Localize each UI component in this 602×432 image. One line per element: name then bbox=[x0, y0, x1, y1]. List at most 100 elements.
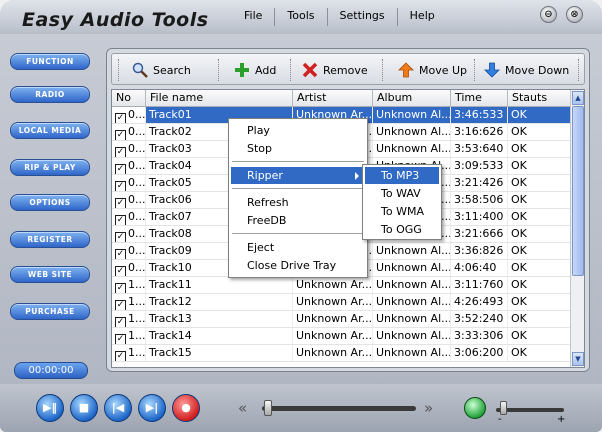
sidebar-item-local-media[interactable]: LOCAL MEDIA bbox=[10, 122, 90, 139]
column-header-album[interactable]: Album bbox=[373, 90, 451, 106]
row-checkbox[interactable]: ✓ bbox=[115, 266, 126, 276]
column-header-status[interactable]: Stauts bbox=[508, 90, 572, 106]
toolbar-separator bbox=[474, 59, 476, 81]
previous-button[interactable]: |◀ bbox=[104, 394, 132, 422]
row-checkbox[interactable]: ✓ bbox=[115, 164, 126, 174]
menu-item-close-drive-tray[interactable]: Close Drive Tray bbox=[231, 257, 365, 274]
row-checkbox[interactable]: ✓ bbox=[115, 300, 126, 310]
status-cell: OK bbox=[508, 107, 572, 123]
remove-x-icon bbox=[302, 62, 318, 78]
table-row[interactable]: ✓ 1... Track14 Unknown Ar... Unknown Al... 3:… bbox=[112, 328, 572, 345]
column-header-time[interactable]: Time bbox=[451, 90, 508, 106]
menu-item-freedb[interactable]: FreeDB bbox=[231, 212, 365, 229]
toolbar-separator bbox=[382, 59, 384, 81]
rewind-icon[interactable]: « bbox=[238, 399, 247, 417]
time-display: 00:00:00 bbox=[14, 362, 88, 379]
sidebar-item-radio[interactable]: RADIO bbox=[10, 86, 90, 103]
add-button[interactable]: Add bbox=[234, 60, 276, 80]
menu-item-eject[interactable]: Eject bbox=[231, 239, 365, 256]
row-checkbox[interactable]: ✓ bbox=[115, 130, 126, 140]
row-checkbox[interactable]: ✓ bbox=[115, 334, 126, 344]
sidebar-item-options[interactable]: OPTIONS bbox=[10, 194, 90, 211]
close-button[interactable]: ⊗ bbox=[566, 6, 583, 23]
artist-cell: Unknown Ar... bbox=[293, 294, 373, 310]
status-cell: OK bbox=[508, 141, 572, 157]
volume-icon[interactable] bbox=[464, 397, 486, 419]
column-header-artist[interactable]: Artist bbox=[293, 90, 373, 106]
row-checkbox[interactable]: ✓ bbox=[115, 232, 126, 242]
sidebar-item-rip-play[interactable]: RIP & PLAY bbox=[10, 159, 90, 176]
row-checkbox[interactable]: ✓ bbox=[115, 198, 126, 208]
file-name-cell: Track12 bbox=[146, 294, 293, 310]
table-row[interactable]: ✓ 1... Track15 Unknown Ar... Unknown Al... 3:… bbox=[112, 345, 572, 362]
submenu-item-to-ogg[interactable]: To OGG bbox=[365, 221, 439, 238]
status-cell: OK bbox=[508, 277, 572, 293]
scrollbar-thumb[interactable] bbox=[572, 106, 584, 276]
menu-file[interactable]: File bbox=[232, 8, 274, 26]
stop-icon: ■ bbox=[78, 401, 90, 414]
row-checkbox[interactable]: ✓ bbox=[115, 181, 126, 191]
stop-button[interactable]: ■ bbox=[70, 394, 98, 422]
row-checkbox[interactable]: ✓ bbox=[115, 147, 126, 157]
row-number-cell: ✓ 0... bbox=[112, 226, 146, 242]
row-checkbox[interactable]: ✓ bbox=[115, 351, 126, 361]
sidebar-item-purchase[interactable]: PURCHASE bbox=[10, 303, 90, 320]
album-cell: Unknown Al... bbox=[373, 243, 451, 259]
fast-forward-icon[interactable]: » bbox=[424, 399, 433, 417]
row-number-cell: ✓ 1... bbox=[112, 294, 146, 310]
menu-item-stop[interactable]: Stop bbox=[231, 140, 365, 157]
menu-tools[interactable]: Tools bbox=[274, 8, 326, 26]
scroll-down-icon[interactable]: ▼ bbox=[572, 352, 584, 366]
table-row[interactable]: ✓ 1... Track12 Unknown Ar... Unknown Al... 4:… bbox=[112, 294, 572, 311]
file-name-cell: Track13 bbox=[146, 311, 293, 327]
next-button[interactable]: ▶| bbox=[138, 394, 166, 422]
row-number-cell: ✓ 0... bbox=[112, 175, 146, 191]
artist-cell: Unknown Ar... bbox=[293, 311, 373, 327]
row-checkbox[interactable]: ✓ bbox=[115, 113, 126, 123]
menu-item-refresh[interactable]: Refresh bbox=[231, 194, 365, 211]
table-row[interactable]: ✓ 1... Track13 Unknown Ar... Unknown Al... 3:… bbox=[112, 311, 572, 328]
table-row[interactable]: ✓ 1... Track11 Unknown Ar... Unknown Al... 3:… bbox=[112, 277, 572, 294]
volume-thumb[interactable] bbox=[500, 401, 507, 415]
remove-button[interactable]: Remove bbox=[302, 60, 368, 80]
menu-item-play[interactable]: Play bbox=[231, 122, 365, 139]
submenu-item-to-mp3[interactable]: To MP3 bbox=[365, 167, 439, 184]
row-checkbox[interactable]: ✓ bbox=[115, 317, 126, 327]
vertical-scrollbar[interactable]: ▲ ▼ bbox=[570, 90, 584, 367]
table-header: No File name Artist Album Time Stauts bbox=[112, 90, 572, 107]
row-checkbox[interactable]: ✓ bbox=[115, 283, 126, 293]
menu-settings[interactable]: Settings bbox=[326, 8, 397, 26]
sidebar-item-web-site[interactable]: WEB SITE bbox=[10, 266, 90, 283]
record-button[interactable]: ● bbox=[172, 394, 200, 422]
row-checkbox[interactable]: ✓ bbox=[115, 215, 126, 225]
status-cell: OK bbox=[508, 192, 572, 208]
row-number: 1... bbox=[128, 329, 146, 342]
album-cell: Unknown Al... bbox=[373, 328, 451, 344]
column-header-no[interactable]: No bbox=[112, 90, 146, 106]
time-cell: 3:09:533 bbox=[451, 158, 508, 174]
submenu-item-to-wav[interactable]: To WAV bbox=[365, 185, 439, 202]
sidebar-item-function[interactable]: FUNCTION bbox=[10, 53, 90, 70]
seek-bar[interactable] bbox=[262, 406, 416, 411]
time-cell: 3:21:666 bbox=[451, 226, 508, 242]
row-number: 0... bbox=[128, 142, 146, 155]
row-checkbox[interactable]: ✓ bbox=[115, 249, 126, 259]
time-cell: 3:21:426 bbox=[451, 175, 508, 191]
move-up-label: Move Up bbox=[419, 63, 468, 77]
move-up-button[interactable]: Move Up bbox=[398, 60, 467, 80]
play-pause-button[interactable]: ▶‖ bbox=[36, 394, 64, 422]
sidebar-item-register[interactable]: REGISTER bbox=[10, 231, 90, 248]
minimize-button[interactable]: ⊖ bbox=[540, 6, 557, 23]
menu-item-ripper[interactable]: Ripper bbox=[231, 167, 365, 184]
time-cell: 3:11:400 bbox=[451, 209, 508, 225]
submenu-item-to-wma[interactable]: To WMA bbox=[365, 203, 439, 220]
status-cell: OK bbox=[508, 311, 572, 327]
scroll-up-icon[interactable]: ▲ bbox=[572, 91, 584, 105]
player-controls: ▶‖ ■ |◀ ▶| ● « » - + bbox=[0, 384, 602, 432]
move-down-button[interactable]: Move Down bbox=[484, 60, 569, 80]
status-cell: OK bbox=[508, 345, 572, 361]
menu-help[interactable]: Help bbox=[396, 8, 447, 26]
column-header-file-name[interactable]: File name bbox=[146, 90, 293, 106]
search-button[interactable]: Search bbox=[132, 60, 191, 80]
seek-thumb[interactable] bbox=[264, 400, 272, 416]
